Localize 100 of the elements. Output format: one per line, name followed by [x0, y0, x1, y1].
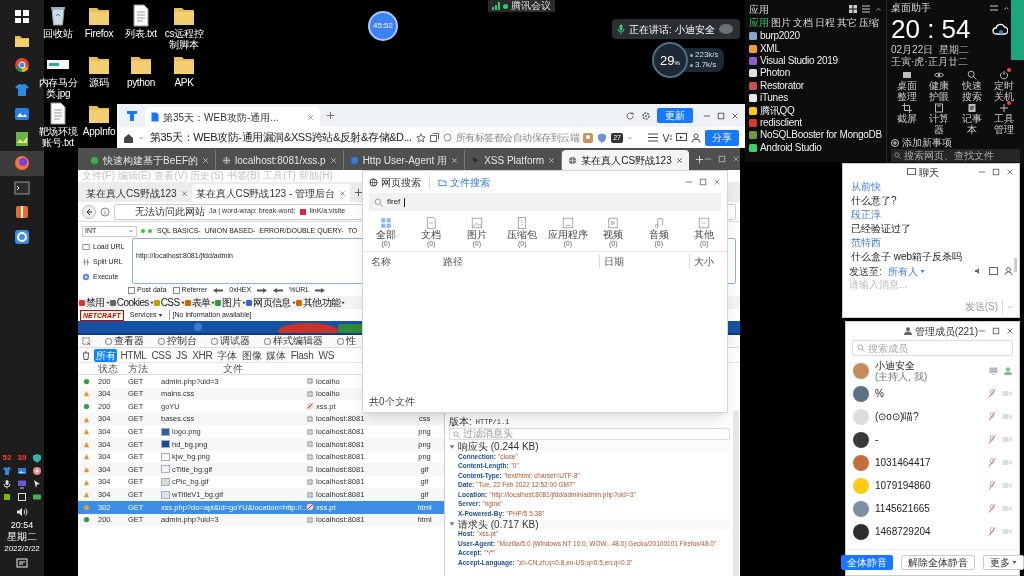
checkbox[interactable] — [128, 286, 135, 294]
toolbar-menu[interactable]: 网页信息 — [246, 296, 296, 309]
speaker-icon[interactable] — [16, 507, 28, 517]
left-arrow-icon[interactable] — [213, 287, 224, 293]
update-button[interactable]: 更新 — [657, 108, 693, 123]
toolbar-menu[interactable]: CSS — [153, 296, 185, 309]
muted-microphone-icon[interactable] — [988, 389, 996, 398]
close-icon[interactable] — [339, 189, 347, 197]
muted-microphone-icon[interactable] — [988, 412, 996, 421]
column-header[interactable]: 大小 — [689, 253, 727, 269]
clock-weekday[interactable]: 星期二 — [7, 531, 37, 543]
close-icon[interactable] — [731, 155, 740, 163]
page-tab[interactable]: 某在真人CS野战123 - 管理后台 — [191, 184, 351, 202]
page-tab[interactable]: 某在真人CS野战123 — [82, 184, 192, 202]
maximize-icon[interactable] — [992, 327, 1000, 335]
toolbar-menu[interactable]: 禁用 — [79, 296, 110, 309]
person-icon[interactable] — [1004, 267, 1013, 275]
desktop-icon-label[interactable]: 源码 — [89, 77, 109, 88]
action-button[interactable]: 解除全体静音 — [901, 555, 975, 570]
maximize-icon[interactable] — [717, 155, 726, 163]
launcher-tab[interactable]: 图片 — [771, 17, 791, 29]
launcher-tab[interactable]: 压缩 — [859, 17, 879, 29]
image-icon[interactable] — [989, 267, 998, 275]
column-header[interactable]: 名称 — [363, 253, 443, 269]
copy-icon[interactable] — [429, 133, 439, 142]
app-list-item[interactable]: Restorator — [749, 79, 882, 92]
filter-button[interactable]: HTML — [118, 348, 149, 362]
section-header[interactable]: 请求头 (0.717 KB) — [449, 518, 730, 530]
shield-icon[interactable] — [597, 132, 608, 143]
right-arrow-icon[interactable] — [315, 287, 326, 293]
close-icon[interactable] — [1006, 327, 1014, 335]
search-mode-tab[interactable]: 文件搜索 — [429, 174, 490, 190]
devtools-tab[interactable]: 查看器 — [105, 335, 144, 347]
muted-microphone-icon[interactable] — [988, 527, 996, 536]
app-list-item[interactable]: Photon — [749, 67, 882, 80]
launcher-tab[interactable]: 日程 — [815, 17, 835, 29]
shortcut-button[interactable]: 桌面整理 — [891, 70, 924, 102]
launcher-tab[interactable]: 文档 — [793, 17, 813, 29]
devtools-tab[interactable]: 样式编辑器 — [264, 335, 323, 347]
close-icon[interactable] — [731, 111, 739, 120]
close-icon[interactable] — [307, 113, 314, 121]
toolbar-menu[interactable]: 其他功能 — [295, 296, 346, 309]
shortcut-button[interactable]: 定时关机 — [987, 70, 1020, 102]
settings-icon[interactable] — [641, 110, 651, 121]
app-list-item[interactable]: Visual Studio 2019 — [749, 54, 882, 68]
column-header[interactable]: 文件 — [222, 363, 243, 375]
column-header[interactable]: 方法 — [124, 363, 159, 375]
maximize-icon[interactable] — [699, 178, 707, 186]
back-icon[interactable] — [82, 204, 96, 219]
column-header[interactable]: 状态 — [94, 363, 124, 375]
app-list-item[interactable]: iTunes — [749, 91, 882, 105]
muted-microphone-icon[interactable] — [988, 458, 996, 467]
desktop-icon-label[interactable]: cs远程控制脚本 — [164, 28, 204, 50]
filter-button[interactable]: Flash — [288, 348, 316, 362]
shortcut-button[interactable]: 健康护眼 — [923, 70, 956, 102]
desktop-icon-label[interactable]: 列表.txt — [125, 28, 157, 39]
member-row[interactable]: 1468729204 — [846, 520, 1019, 543]
right-arrow-icon[interactable] — [257, 287, 268, 293]
column-header[interactable]: 日期 — [599, 253, 689, 269]
app-list-item[interactable]: Android Studio — [749, 141, 882, 154]
browser-tab[interactable]: 第35天：WEB攻防-通用... — [145, 107, 320, 127]
home-icon[interactable] — [123, 132, 134, 143]
browser-tab[interactable]: localhost:8081/xss.p — [216, 150, 344, 170]
shortcut-button[interactable]: 快速搜索 — [955, 70, 988, 102]
extension-icon[interactable] — [583, 132, 594, 143]
filter-button[interactable]: XHR — [190, 348, 215, 362]
clock-date[interactable]: 2022/2/22 — [4, 543, 40, 554]
recipient-dropdown[interactable]: 所有人 — [887, 263, 925, 279]
shortcut-button[interactable]: 工具管理 — [987, 103, 1020, 135]
scrollbar[interactable] — [733, 411, 739, 576]
action-button[interactable]: 全体静音 — [841, 555, 893, 570]
share-button[interactable]: 分享 — [705, 129, 739, 146]
member-row[interactable]: 1145621665 — [846, 497, 1019, 520]
browser-tab[interactable]: 快速构建基于BeEF的 — [84, 150, 216, 170]
app-list-item[interactable]: redisclient — [749, 116, 882, 130]
devtools-tab[interactable]: 控制台 — [158, 335, 197, 347]
action-button[interactable]: 更多 — [983, 555, 1024, 570]
launcher-tab[interactable]: 其它 — [837, 17, 857, 29]
column-header[interactable]: 路径 — [443, 253, 599, 269]
info-icon[interactable] — [100, 206, 110, 217]
weather-icon[interactable] — [992, 22, 1008, 36]
filter-button[interactable]: WS — [316, 348, 337, 362]
scrollbar[interactable] — [1014, 258, 1017, 272]
add-todo-button[interactable]: 添加新事项 — [891, 136, 1020, 149]
list-view-icon[interactable] — [862, 5, 870, 13]
app-list-item[interactable]: burp2020 — [749, 30, 882, 43]
left-arrow-icon[interactable] — [273, 287, 284, 293]
search-field[interactable]: 搜索网页、查找文件 — [891, 149, 1020, 162]
filter-button[interactable]: CSS — [149, 348, 174, 362]
screen-icon[interactable] — [676, 132, 687, 143]
toolbar-menu[interactable]: Cookies — [109, 296, 154, 309]
checkbox[interactable] — [172, 286, 180, 294]
maximize-icon[interactable] — [717, 111, 725, 120]
shortcut-button[interactable]: 计算器 — [923, 103, 956, 135]
grid-view-icon[interactable] — [849, 5, 857, 13]
desktop-icon-label[interactable]: AppInfo — [82, 126, 116, 137]
element-picker-icon[interactable] — [82, 336, 91, 346]
collapse-icon[interactable] — [875, 5, 882, 13]
star-icon[interactable] — [415, 132, 426, 143]
member-row[interactable]: (⊙o⊙)喵? — [846, 405, 1019, 428]
